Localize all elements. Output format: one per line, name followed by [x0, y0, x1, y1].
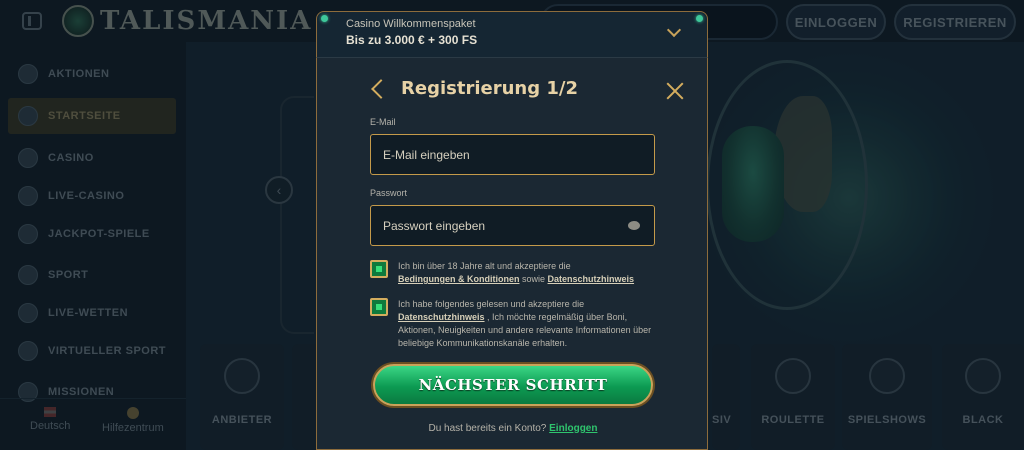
- email-field[interactable]: [371, 135, 654, 174]
- email-label: E-Mail: [370, 117, 396, 127]
- marketing-consent-row: Ich habe folgendes gelesen und akzeptier…: [370, 298, 653, 350]
- gem-decoration-icon: [696, 15, 703, 22]
- email-field-wrapper: [370, 134, 655, 175]
- registration-form: Registrierung 1/2 E-Mail Passwort Ich bi…: [316, 57, 708, 450]
- terms-connector: sowie: [522, 274, 546, 284]
- gem-decoration-icon: [321, 15, 328, 22]
- terms-consent-text: Ich bin über 18 Jahre alt und akzeptiere…: [398, 260, 634, 286]
- privacy-link[interactable]: Datenschutzhinweis: [398, 312, 485, 322]
- eye-icon[interactable]: [628, 221, 640, 230]
- bonus-subtitle: Bis zu 3.000 € + 300 FS: [346, 33, 478, 47]
- password-field-wrapper: [370, 205, 655, 246]
- dialog-title: Registrierung 1/2: [401, 78, 578, 99]
- privacy-link[interactable]: Datenschutzhinweis: [548, 274, 635, 284]
- dialog-header: Registrierung 1/2: [370, 78, 578, 99]
- marketing-checkbox[interactable]: [370, 298, 388, 316]
- login-link[interactable]: Einloggen: [549, 423, 597, 434]
- password-label: Passwort: [370, 188, 408, 198]
- registration-dialog: Casino Willkommenspaket Bis zu 3.000 € +…: [316, 11, 708, 450]
- terms-consent-row: Ich bin über 18 Jahre alt und akzeptiere…: [370, 260, 634, 286]
- back-arrow-icon[interactable]: [371, 78, 391, 99]
- bonus-title: Casino Willkommenspaket: [346, 18, 476, 30]
- close-icon[interactable]: [666, 82, 684, 100]
- welcome-bonus-selector[interactable]: Casino Willkommenspaket Bis zu 3.000 € +…: [316, 11, 708, 57]
- terms-checkbox[interactable]: [370, 260, 388, 278]
- login-prompt: Du hast bereits ein Konto? Einloggen: [317, 423, 709, 434]
- marketing-text: Ich habe folgendes gelesen und akzeptier…: [398, 299, 585, 309]
- marketing-consent-text: Ich habe folgendes gelesen und akzeptier…: [398, 298, 653, 350]
- password-field[interactable]: [371, 206, 654, 245]
- terms-text: Ich bin über 18 Jahre alt und akzeptiere…: [398, 261, 571, 271]
- next-step-label: NÄCHSTER SCHRITT: [418, 376, 608, 394]
- terms-link[interactable]: Bedingungen & Konditionen: [398, 274, 519, 284]
- login-prompt-text: Du hast bereits ein Konto?: [428, 423, 547, 434]
- next-step-button[interactable]: NÄCHSTER SCHRITT: [373, 364, 653, 406]
